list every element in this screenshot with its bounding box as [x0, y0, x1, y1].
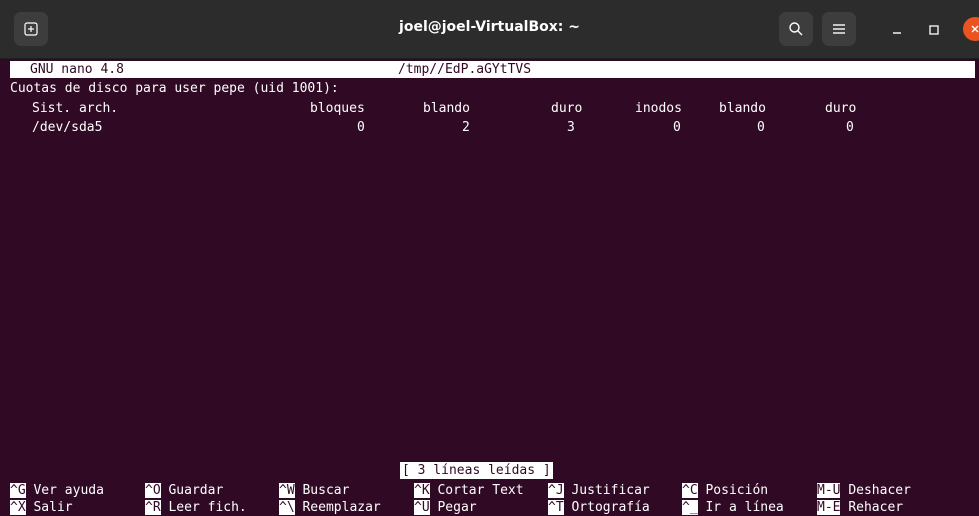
shortcut-key: M-U: [817, 483, 841, 498]
column-header: duro: [551, 101, 583, 116]
shortcut-rehacer[interactable]: M-E Rehacer: [817, 499, 903, 516]
shortcut-deshacer[interactable]: M-U Deshacer: [817, 482, 911, 499]
table-cell: 2: [462, 120, 470, 135]
shortcut-key: ^K: [414, 483, 430, 498]
menu-icon: [833, 24, 845, 34]
shortcut-guardar[interactable]: ^O Guardar: [145, 482, 223, 499]
shortcut-key: ^U: [414, 500, 430, 515]
table-cell: 0: [357, 120, 365, 135]
shortcut-key: ^T: [548, 500, 564, 515]
column-header: bloques: [310, 101, 365, 116]
shortcut-label: Ir a línea: [705, 500, 784, 515]
shortcut-key: ^G: [10, 483, 26, 498]
table-cell: 3: [567, 120, 575, 135]
shortcut-label: Rehacer: [848, 500, 904, 515]
shortcut-label: Posición: [705, 483, 769, 498]
minimize-button[interactable]: [885, 18, 909, 42]
shortcut-key: ^O: [145, 483, 161, 498]
minimize-icon: [893, 32, 901, 34]
column-header: duro: [825, 101, 857, 116]
shortcut-key: ^R: [145, 500, 161, 515]
shortcut-key: ^\: [279, 500, 295, 515]
shortcut-label: Salir: [33, 500, 73, 515]
terminal-content[interactable]: GNU nano 4.8 /tmp//EdP.aGYtTVS Cuotas de…: [0, 59, 979, 516]
shortcut-label: Buscar: [302, 483, 350, 498]
table-cell: /dev/sda5: [32, 120, 103, 135]
shortcut-key: M-E: [817, 500, 841, 515]
table-cell: 0: [673, 120, 681, 135]
shortcut-buscar[interactable]: ^W Buscar: [279, 482, 349, 499]
shortcut-key: ^_: [682, 500, 698, 515]
table-cell: 0: [846, 120, 854, 135]
shortcut-label: Reemplazar: [302, 500, 381, 515]
shortcut-pegar[interactable]: ^U Pegar: [414, 499, 477, 516]
shortcut-posicion[interactable]: ^C Posición: [682, 482, 768, 499]
table-cell: 0: [757, 120, 765, 135]
search-button[interactable]: [779, 12, 813, 46]
shortcut-salir[interactable]: ^X Salir: [10, 499, 73, 516]
column-header: blando: [423, 101, 470, 116]
shortcut-ver-ayuda[interactable]: ^G Ver ayuda: [10, 482, 104, 499]
close-icon: [971, 25, 979, 33]
shortcut-label: Ver ayuda: [33, 483, 104, 498]
shortcut-label: Guardar: [168, 483, 224, 498]
shortcut-ortografia[interactable]: ^T Ortografía: [548, 499, 650, 516]
shortcut-justificar[interactable]: ^J Justificar: [548, 482, 650, 499]
shortcut-cortar-text[interactable]: ^K Cortar Text: [414, 482, 524, 499]
quota-title: Cuotas de disco para user pepe (uid 1001…: [10, 81, 339, 96]
shortcut-reemplazar[interactable]: ^\ Reemplazar: [279, 499, 381, 516]
shortcut-key: ^C: [682, 483, 698, 498]
maximize-button[interactable]: [922, 18, 946, 42]
shortcut-ir-a-linea[interactable]: ^_ Ir a línea: [682, 499, 784, 516]
shortcut-label: Justificar: [571, 483, 650, 498]
nano-header-bar: GNU nano 4.8 /tmp//EdP.aGYtTVS: [10, 61, 975, 78]
status-message: [ 3 líneas leídas ]: [400, 462, 553, 479]
close-button[interactable]: [963, 17, 979, 41]
shortcut-key: ^W: [279, 483, 295, 498]
column-header: blando: [719, 101, 766, 116]
maximize-icon: [929, 25, 939, 35]
shortcut-key: ^X: [10, 500, 26, 515]
nano-version: GNU nano 4.8: [30, 62, 124, 77]
shortcut-label: Leer fich.: [168, 500, 247, 515]
shortcut-leer-fich[interactable]: ^R Leer fich.: [145, 499, 247, 516]
menu-button[interactable]: [822, 12, 856, 46]
shortcut-key: ^J: [548, 483, 564, 498]
column-header: inodos: [635, 101, 682, 116]
shortcut-label: Ortografía: [571, 500, 650, 515]
title-bar[interactable]: joel@joel-VirtualBox: ~: [0, 0, 979, 59]
terminal-window: joel@joel-VirtualBox: ~ GNU nano 4.8 /tm…: [0, 0, 979, 516]
shortcut-label: Cortar Text: [437, 483, 524, 498]
file-path: /tmp//EdP.aGYtTVS: [398, 62, 532, 77]
search-icon: [789, 22, 803, 36]
column-header: Sist. arch.: [32, 101, 119, 116]
shortcut-label: Deshacer: [848, 483, 911, 498]
shortcut-label: Pegar: [437, 500, 477, 515]
